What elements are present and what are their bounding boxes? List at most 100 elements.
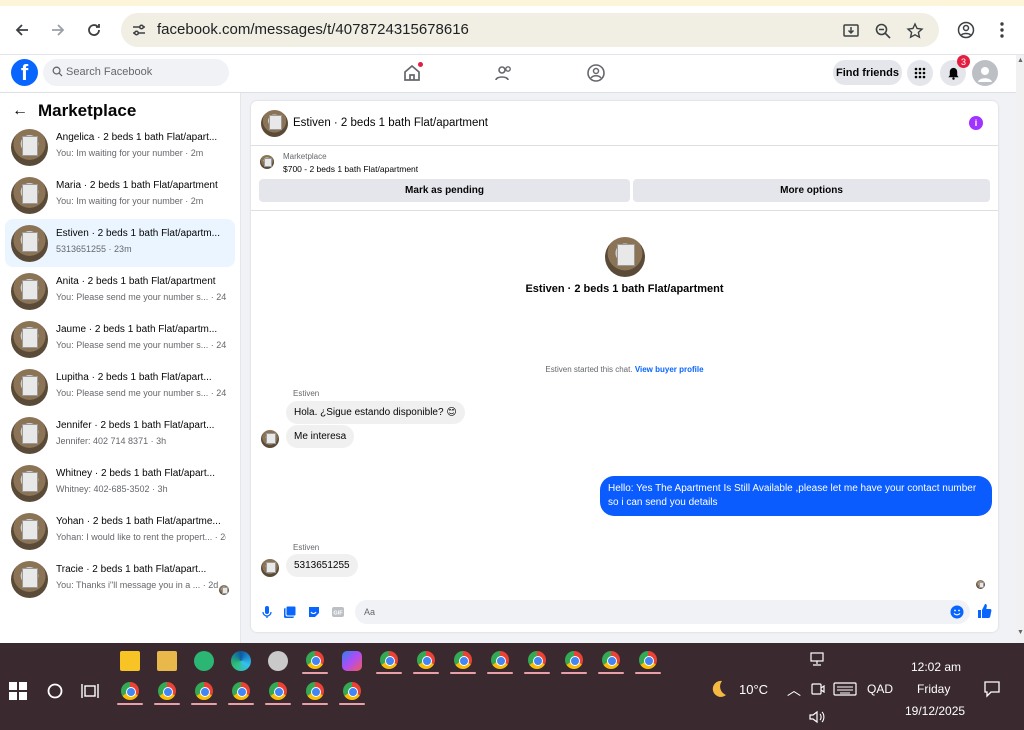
chrome-icon[interactable] [528, 651, 546, 669]
listing-thumbnail[interactable] [260, 155, 274, 169]
chrome-icon[interactable] [491, 651, 509, 669]
chrome-icon[interactable] [269, 682, 287, 700]
chevron-up-icon[interactable]: ︿ [787, 680, 801, 700]
conversation-item[interactable]: Jennifer · 2 beds 1 bath Flat/apart... J… [5, 411, 235, 459]
info-icon[interactable]: i [969, 116, 983, 130]
chrome-icon[interactable] [417, 651, 435, 669]
network-icon[interactable] [809, 651, 825, 667]
chrome-icon[interactable] [158, 682, 176, 700]
microphone-icon[interactable] [260, 605, 274, 619]
search-circle-icon[interactable] [46, 682, 64, 700]
active-indicator [265, 703, 291, 705]
clock-date[interactable]: 19/12/2025 [905, 704, 965, 718]
chrome-icon[interactable] [380, 651, 398, 669]
menu-kebab-icon[interactable] [990, 18, 1014, 42]
avatar [11, 465, 48, 502]
search-input[interactable]: Search Facebook [66, 66, 152, 78]
user-avatar-icon [978, 67, 992, 82]
message-input[interactable]: Aa [355, 600, 970, 624]
emoji-icon[interactable] [950, 605, 964, 619]
chrome-icon[interactable] [195, 682, 213, 700]
notification-center-icon[interactable] [983, 680, 1001, 698]
profile-icon[interactable] [954, 18, 978, 42]
zoom-icon[interactable] [873, 21, 893, 41]
conversation-item[interactable]: Tracie · 2 beds 1 bath Flat/apart... You… [5, 555, 235, 603]
weather-moon-icon[interactable] [707, 678, 729, 700]
clock-day[interactable]: Friday [917, 682, 950, 696]
chrome-icon[interactable] [306, 651, 324, 669]
search-box[interactable]: Search Facebook [43, 59, 229, 86]
mark-pending-button[interactable]: Mark as pending [259, 179, 630, 202]
copilot-icon[interactable] [342, 651, 362, 671]
edge-browser-icon[interactable] [231, 651, 251, 671]
chrome-icon[interactable] [639, 651, 657, 669]
scroll-up-arrow-icon[interactable]: ▲ [1017, 57, 1024, 64]
forward-button[interactable] [46, 18, 70, 42]
chrome-icon[interactable] [306, 682, 324, 700]
conversation-name: Jennifer · 2 beds 1 bath Flat/apart... [56, 420, 215, 431]
address-bar[interactable]: facebook.com/messages/t/4078724315678616 [121, 13, 939, 47]
conversation-item[interactable]: Maria · 2 beds 1 bath Flat/apartment You… [5, 171, 235, 219]
avatar [11, 561, 48, 598]
conversation-item[interactable]: Jaume · 2 beds 1 bath Flat/apartm... You… [5, 315, 235, 363]
profile-name: Estiven · 2 beds 1 bath Flat/apartment [525, 283, 724, 295]
clock-time[interactable]: 12:02 am [911, 660, 961, 674]
conversation-item[interactable]: Lupitha · 2 beds 1 bath Flat/apart... Yo… [5, 363, 235, 411]
keyboard-icon[interactable] [833, 682, 857, 696]
profile-avatar-large[interactable] [605, 237, 645, 277]
view-buyer-profile-link[interactable]: View buyer profile [635, 365, 704, 374]
conversation-item[interactable]: Yohan · 2 beds 1 bath Flat/apartme... Yo… [5, 507, 235, 555]
message-bubble-incoming: Hola. ¿Sigue estando disponible? 😊 [286, 401, 465, 424]
groups-icon[interactable] [586, 63, 606, 83]
url-text[interactable]: facebook.com/messages/t/4078724315678616 [157, 21, 469, 38]
active-indicator [487, 672, 513, 674]
sticky-notes-icon[interactable] [120, 651, 140, 671]
page-scrollbar[interactable]: ▲ ▼ [1016, 55, 1024, 643]
install-app-icon[interactable] [841, 21, 861, 41]
listing-title[interactable]: $700 - 2 beds 1 bath Flat/apartment [283, 164, 418, 174]
conversation-item[interactable]: Anita · 2 beds 1 bath Flat/apartment You… [5, 267, 235, 315]
chrome-icon[interactable] [232, 682, 250, 700]
volume-icon[interactable] [809, 710, 825, 724]
photo-icon[interactable] [283, 605, 297, 619]
sender-avatar[interactable] [261, 430, 279, 448]
back-button[interactable] [10, 18, 34, 42]
bookmark-star-icon[interactable] [905, 21, 925, 41]
task-view-icon[interactable] [81, 682, 99, 700]
meet-now-icon[interactable] [809, 681, 825, 697]
conversation-item-active[interactable]: Estiven · 2 beds 1 bath Flat/apartm... 5… [5, 219, 235, 267]
find-friends-button[interactable]: Find friends [833, 60, 902, 85]
windows-start-icon[interactable] [9, 682, 27, 700]
conversation-preview: You: Im waiting for your number · 2m [56, 148, 204, 158]
scroll-down-arrow-icon[interactable]: ▼ [1017, 629, 1024, 636]
active-indicator [598, 672, 624, 674]
reload-button[interactable] [82, 18, 106, 42]
more-options-button[interactable]: More options [633, 179, 990, 202]
chat-header-avatar[interactable] [261, 110, 288, 137]
chrome-icon[interactable] [121, 682, 139, 700]
chrome-icon[interactable] [343, 682, 361, 700]
thumbs-up-icon[interactable] [976, 603, 992, 619]
friends-icon[interactable] [494, 63, 514, 83]
started-text: Estiven started this chat. [545, 365, 633, 374]
gif-icon[interactable]: GIF [331, 605, 345, 619]
menu-grid-button[interactable] [907, 60, 933, 86]
weather-temp[interactable]: 10°C [739, 682, 768, 697]
chrome-icon[interactable] [454, 651, 472, 669]
sender-avatar[interactable] [261, 559, 279, 577]
back-arrow-icon[interactable]: ← [12, 102, 28, 120]
sticker-icon[interactable] [307, 605, 321, 619]
chrome-icon[interactable] [602, 651, 620, 669]
input-language[interactable]: QAD [867, 682, 893, 696]
chat-title[interactable]: Estiven · 2 beds 1 bath Flat/apartment [293, 117, 488, 129]
site-info-icon[interactable] [129, 20, 149, 40]
chrome-icon[interactable] [565, 651, 583, 669]
app-icon[interactable] [194, 651, 214, 671]
account-avatar[interactable] [972, 60, 998, 86]
file-explorer-icon[interactable] [157, 651, 177, 671]
conversation-item[interactable]: Angelica · 2 beds 1 bath Flat/apart... Y… [5, 123, 235, 171]
sidebar-title: Marketplace [38, 101, 137, 120]
app-icon[interactable] [268, 651, 288, 671]
facebook-logo-icon[interactable]: f [11, 59, 38, 86]
conversation-item[interactable]: Whitney · 2 beds 1 bath Flat/apart... Wh… [5, 459, 235, 507]
